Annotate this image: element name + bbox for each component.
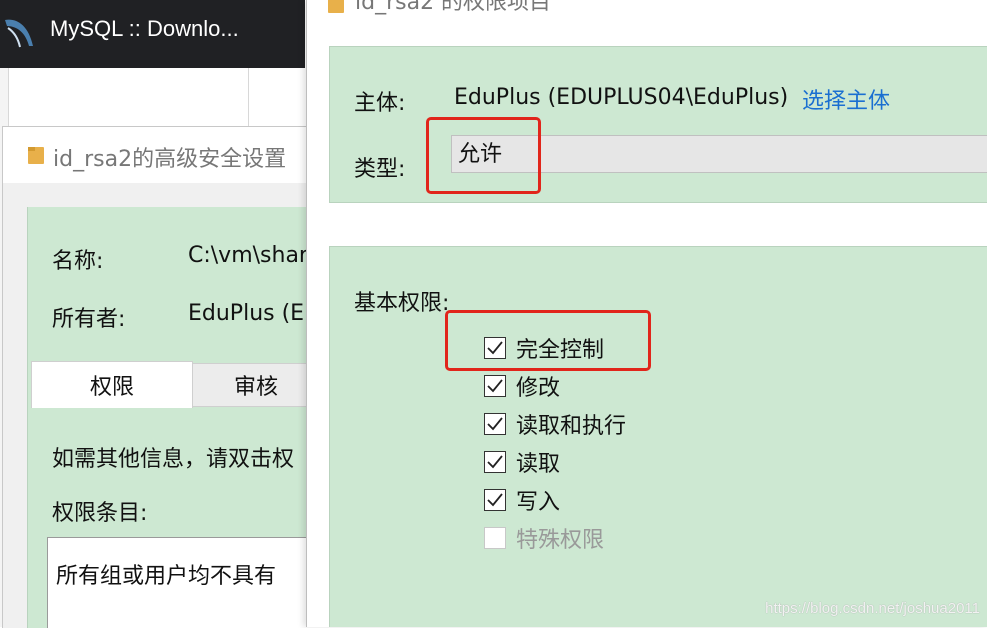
window-title: id_rsa2的高级安全设置 (53, 147, 287, 172)
basic-permissions-label: 基本权限: (354, 291, 450, 316)
entries-empty-text: 所有组或用户均不具有 (56, 564, 277, 589)
permission-read[interactable]: 读取 (484, 447, 560, 477)
basic-permissions-section: 基本权限: 完全控制 修改 读取和执行 读取 写入 特殊权限 (329, 246, 987, 627)
owner-value: EduPlus (E (188, 301, 305, 326)
browser-tab-bar: MySQL :: Downlo... (0, 0, 305, 68)
tab-strip: 权限 审核 (28, 361, 309, 408)
type-dropdown[interactable]: 允许 (451, 135, 987, 173)
permission-full-control[interactable]: 完全控制 (484, 333, 604, 363)
permission-read-execute[interactable]: 读取和执行 (484, 409, 626, 439)
advanced-security-window: id_rsa2的高级安全设置 名称: C:\vm\shar 所有者: EduPl… (2, 126, 309, 628)
full-control-checkbox[interactable] (484, 337, 506, 359)
permission-special: 特殊权限 (484, 523, 604, 553)
tab-audit[interactable]: 审核 (192, 363, 309, 407)
owner-label: 所有者: (52, 307, 126, 332)
principal-label: 主体: (354, 91, 406, 116)
permission-label: 修改 (516, 376, 561, 401)
permission-label: 特殊权限 (516, 528, 605, 553)
check-icon (487, 493, 503, 507)
folder-icon (328, 0, 344, 13)
read-checkbox[interactable] (484, 451, 506, 473)
permission-label: 完全控制 (516, 338, 605, 363)
watermark: https://blog.csdn.net/joshua2011 (765, 600, 980, 617)
principal-value: EduPlus (EDUPLUS04\EduPlus) (454, 85, 789, 110)
name-label: 名称: (52, 249, 104, 274)
window-title: id_rsa2 的权限项目 (355, 0, 552, 15)
tab-permissions[interactable]: 权限 (31, 361, 193, 408)
browser-tab-title[interactable]: MySQL :: Downlo... (50, 16, 239, 42)
check-icon (487, 417, 503, 431)
permission-label: 写入 (516, 490, 561, 515)
permission-modify[interactable]: 修改 (484, 371, 560, 401)
check-icon (487, 341, 503, 355)
entries-label: 权限条目: (52, 501, 148, 526)
permission-entry-window: id_rsa2 的权限项目 主体: EduPlus (EDUPLUS04\Edu… (306, 0, 987, 627)
principal-section: 主体: EduPlus (EDUPLUS04\EduPlus) 选择主体 类型:… (329, 46, 987, 203)
permission-write[interactable]: 写入 (484, 485, 560, 515)
modify-checkbox[interactable] (484, 375, 506, 397)
permission-label: 读取 (516, 452, 561, 477)
check-icon (487, 455, 503, 469)
mysql-dolphin-icon (5, 19, 33, 48)
type-label: 类型: (354, 157, 406, 182)
permission-label: 读取和执行 (516, 414, 627, 439)
window-titlebar: id_rsa2的高级安全设置 (3, 127, 309, 183)
divider (248, 68, 249, 128)
check-icon (487, 379, 503, 393)
permission-entries-list[interactable]: 所有组或用户均不具有 (47, 537, 309, 628)
name-value: C:\vm\shar (188, 243, 308, 268)
read-execute-checkbox[interactable] (484, 413, 506, 435)
select-principal-link[interactable]: 选择主体 (802, 83, 890, 115)
special-permissions-checkbox (484, 527, 506, 549)
info-text: 如需其他信息，请双击权 (52, 447, 295, 472)
folder-icon (28, 147, 44, 164)
advanced-security-panel: 名称: C:\vm\shar 所有者: EduPlus (E 权限 审核 如需其… (27, 207, 309, 628)
write-checkbox[interactable] (484, 489, 506, 511)
